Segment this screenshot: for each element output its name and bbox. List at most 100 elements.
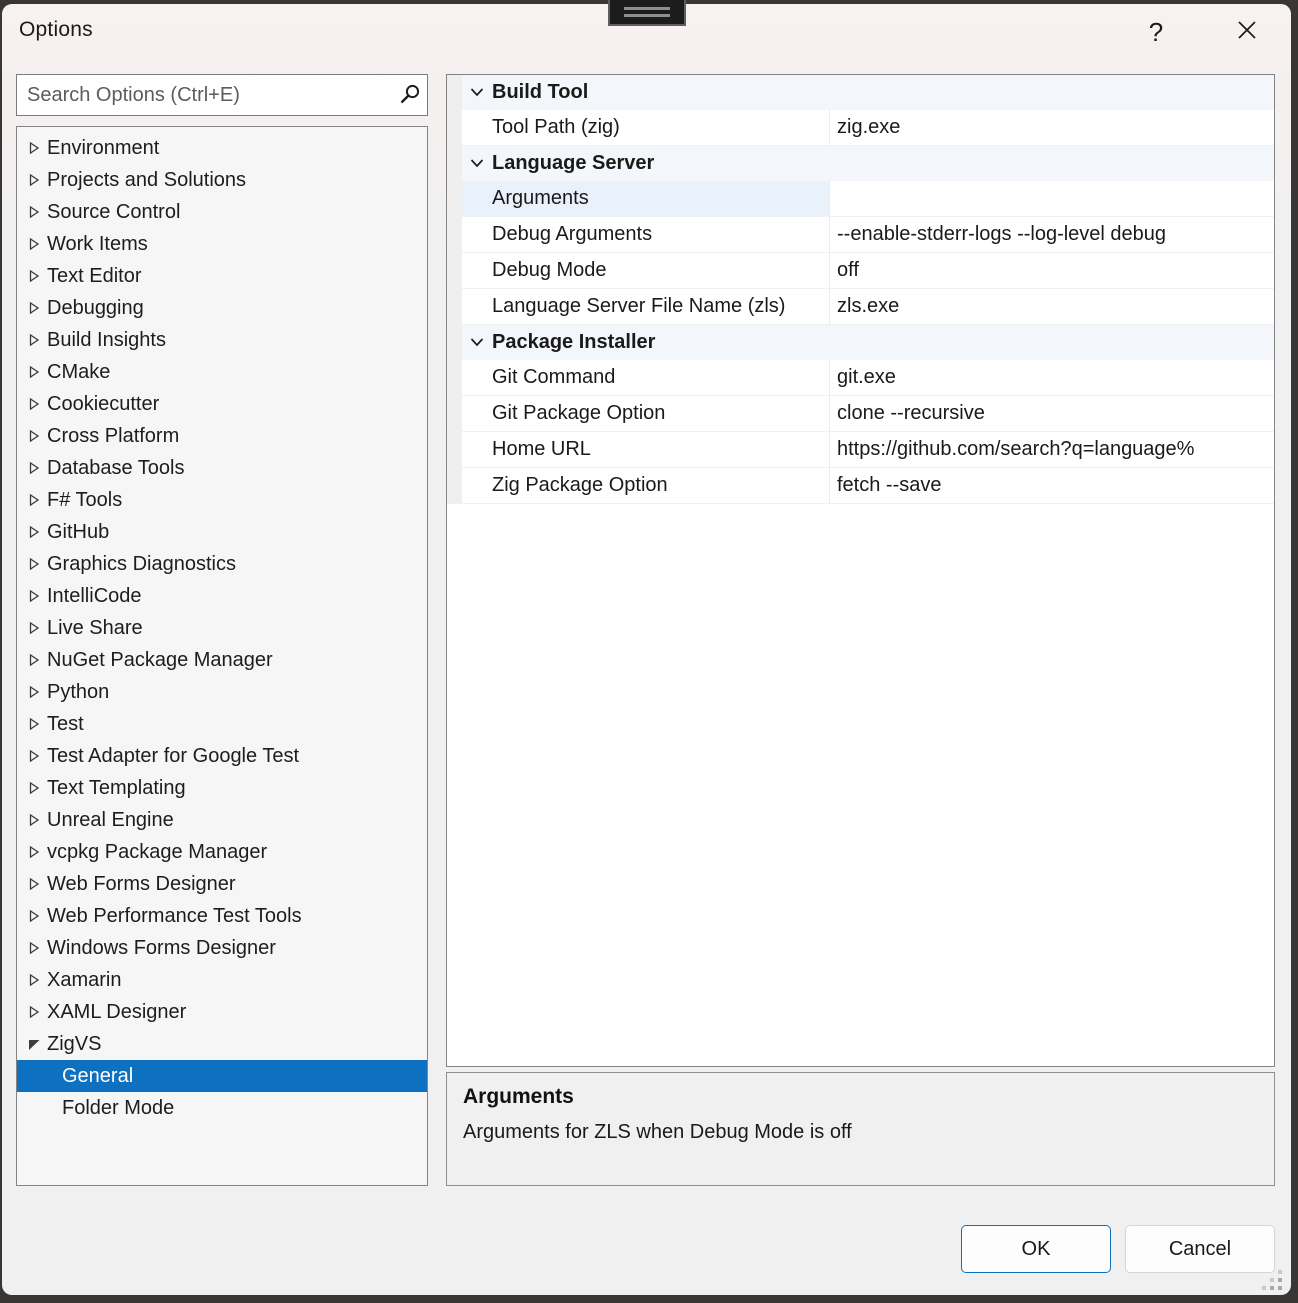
sidebar-item-text-templating[interactable]: Text Templating bbox=[17, 772, 427, 804]
sidebar-item-cmake[interactable]: CMake bbox=[17, 356, 427, 388]
sidebar-item-web-performance-test-tools[interactable]: Web Performance Test Tools bbox=[17, 900, 427, 932]
sidebar-item-xamarin[interactable]: Xamarin bbox=[17, 964, 427, 996]
sidebar-item-github[interactable]: GitHub bbox=[17, 516, 427, 548]
sidebar-item-build-insights[interactable]: Build Insights bbox=[17, 324, 427, 356]
property-row-language-server-file-name-zls-[interactable]: Language Server File Name (zls)zls.exe bbox=[447, 289, 1274, 325]
snap-indicator bbox=[608, 0, 686, 26]
sidebar-item-test-adapter-for-google-test[interactable]: Test Adapter for Google Test bbox=[17, 740, 427, 772]
sidebar-item-xaml-designer[interactable]: XAML Designer bbox=[17, 996, 427, 1028]
sidebar-item-debugging[interactable]: Debugging bbox=[17, 292, 427, 324]
sidebar-item-intellicode[interactable]: IntelliCode bbox=[17, 580, 427, 612]
sidebar-item-f-tools[interactable]: F# Tools bbox=[17, 484, 427, 516]
property-value[interactable]: git.exe bbox=[829, 360, 1274, 395]
sidebar-item-database-tools[interactable]: Database Tools bbox=[17, 452, 427, 484]
expander-collapsed-icon[interactable] bbox=[26, 716, 42, 732]
property-row-tool-path-zig-[interactable]: Tool Path (zig)zig.exe bbox=[447, 110, 1274, 146]
sidebar-item-work-items[interactable]: Work Items bbox=[17, 228, 427, 260]
expander-collapsed-icon[interactable] bbox=[26, 812, 42, 828]
chevron-down-icon[interactable] bbox=[462, 146, 492, 181]
grid-gutter bbox=[447, 110, 462, 145]
property-value[interactable]: https://github.com/search?q=language% bbox=[829, 432, 1274, 467]
sidebar-item-label: Text Editor bbox=[47, 265, 141, 288]
expander-collapsed-icon[interactable] bbox=[26, 140, 42, 156]
expander-collapsed-icon[interactable] bbox=[26, 588, 42, 604]
sidebar-item-zigvs[interactable]: ZigVS bbox=[17, 1028, 427, 1060]
sidebar-item-windows-forms-designer[interactable]: Windows Forms Designer bbox=[17, 932, 427, 964]
expander-collapsed-icon[interactable] bbox=[26, 876, 42, 892]
search-icon[interactable] bbox=[393, 83, 427, 107]
chevron-down-icon[interactable] bbox=[462, 325, 492, 360]
property-row-arguments[interactable]: Arguments bbox=[447, 181, 1274, 217]
sidebar-item-test[interactable]: Test bbox=[17, 708, 427, 740]
property-value[interactable] bbox=[829, 181, 1274, 216]
sidebar-item-label: ZigVS bbox=[47, 1033, 101, 1056]
section-header-build-tool[interactable]: Build Tool bbox=[447, 75, 1274, 110]
expander-collapsed-icon[interactable] bbox=[26, 908, 42, 924]
expander-collapsed-icon[interactable] bbox=[26, 364, 42, 380]
sidebar-item-python[interactable]: Python bbox=[17, 676, 427, 708]
sidebar-item-vcpkg-package-manager[interactable]: vcpkg Package Manager bbox=[17, 836, 427, 868]
sidebar-item-projects-and-solutions[interactable]: Projects and Solutions bbox=[17, 164, 427, 196]
section-header-package-installer[interactable]: Package Installer bbox=[447, 325, 1274, 360]
sidebar-item-live-share[interactable]: Live Share bbox=[17, 612, 427, 644]
search-box bbox=[16, 74, 428, 116]
expander-collapsed-icon[interactable] bbox=[26, 780, 42, 796]
expander-collapsed-icon[interactable] bbox=[26, 492, 42, 508]
sidebar-item-text-editor[interactable]: Text Editor bbox=[17, 260, 427, 292]
sidebar-item-folder-mode[interactable]: Folder Mode bbox=[17, 1092, 427, 1124]
expander-collapsed-icon[interactable] bbox=[26, 524, 42, 540]
sidebar-item-environment[interactable]: Environment bbox=[17, 132, 427, 164]
expander-collapsed-icon[interactable] bbox=[26, 236, 42, 252]
property-value[interactable]: clone --recursive bbox=[829, 396, 1274, 431]
property-value[interactable]: fetch --save bbox=[829, 468, 1274, 503]
expander-collapsed-icon[interactable] bbox=[26, 332, 42, 348]
section-label: Language Server bbox=[492, 146, 654, 181]
expander-collapsed-icon[interactable] bbox=[26, 620, 42, 636]
expander-collapsed-icon[interactable] bbox=[26, 268, 42, 284]
sidebar-item-cookiecutter[interactable]: Cookiecutter bbox=[17, 388, 427, 420]
sidebar-item-source-control[interactable]: Source Control bbox=[17, 196, 427, 228]
property-row-home-url[interactable]: Home URLhttps://github.com/search?q=lang… bbox=[447, 432, 1274, 468]
expander-collapsed-icon[interactable] bbox=[26, 972, 42, 988]
expander-collapsed-icon[interactable] bbox=[26, 300, 42, 316]
search-input[interactable] bbox=[17, 84, 393, 107]
sidebar-item-nuget-package-manager[interactable]: NuGet Package Manager bbox=[17, 644, 427, 676]
property-row-git-command[interactable]: Git Commandgit.exe bbox=[447, 360, 1274, 396]
expander-collapsed-icon[interactable] bbox=[26, 940, 42, 956]
expander-collapsed-icon[interactable] bbox=[26, 172, 42, 188]
property-label: Zig Package Option bbox=[462, 468, 829, 503]
property-row-debug-mode[interactable]: Debug Modeoff bbox=[447, 253, 1274, 289]
expander-collapsed-icon[interactable] bbox=[26, 844, 42, 860]
expander-collapsed-icon[interactable] bbox=[26, 396, 42, 412]
property-label: Debug Arguments bbox=[462, 217, 829, 252]
expander-collapsed-icon[interactable] bbox=[26, 204, 42, 220]
chevron-down-icon[interactable] bbox=[462, 75, 492, 110]
expander-collapsed-icon[interactable] bbox=[26, 652, 42, 668]
ok-button[interactable]: OK bbox=[961, 1225, 1111, 1273]
sidebar-item-unreal-engine[interactable]: Unreal Engine bbox=[17, 804, 427, 836]
expander-collapsed-icon[interactable] bbox=[26, 460, 42, 476]
sidebar-item-graphics-diagnostics[interactable]: Graphics Diagnostics bbox=[17, 548, 427, 580]
property-row-debug-arguments[interactable]: Debug Arguments--enable-stderr-logs --lo… bbox=[447, 217, 1274, 253]
sidebar-item-general[interactable]: General bbox=[17, 1060, 427, 1092]
expander-collapsed-icon[interactable] bbox=[26, 1004, 42, 1020]
cancel-button[interactable]: Cancel bbox=[1125, 1225, 1275, 1273]
expander-collapsed-icon[interactable] bbox=[26, 684, 42, 700]
property-value[interactable]: zig.exe bbox=[829, 110, 1274, 145]
property-value[interactable]: off bbox=[829, 253, 1274, 288]
expander-collapsed-icon[interactable] bbox=[26, 556, 42, 572]
section-header-language-server[interactable]: Language Server bbox=[447, 146, 1274, 181]
expander-collapsed-icon[interactable] bbox=[26, 428, 42, 444]
property-row-zig-package-option[interactable]: Zig Package Optionfetch --save bbox=[447, 468, 1274, 504]
resize-grip[interactable] bbox=[1260, 1270, 1282, 1290]
expander-expanded-icon[interactable] bbox=[26, 1037, 42, 1051]
sidebar-item-cross-platform[interactable]: Cross Platform bbox=[17, 420, 427, 452]
close-button[interactable] bbox=[1225, 12, 1269, 52]
help-button[interactable]: ? bbox=[1134, 12, 1178, 52]
property-value[interactable]: --enable-stderr-logs --log-level debug bbox=[829, 217, 1274, 252]
expander-collapsed-icon[interactable] bbox=[26, 748, 42, 764]
property-value[interactable]: zls.exe bbox=[829, 289, 1274, 324]
close-icon bbox=[1236, 19, 1258, 46]
sidebar-item-web-forms-designer[interactable]: Web Forms Designer bbox=[17, 868, 427, 900]
property-row-git-package-option[interactable]: Git Package Optionclone --recursive bbox=[447, 396, 1274, 432]
